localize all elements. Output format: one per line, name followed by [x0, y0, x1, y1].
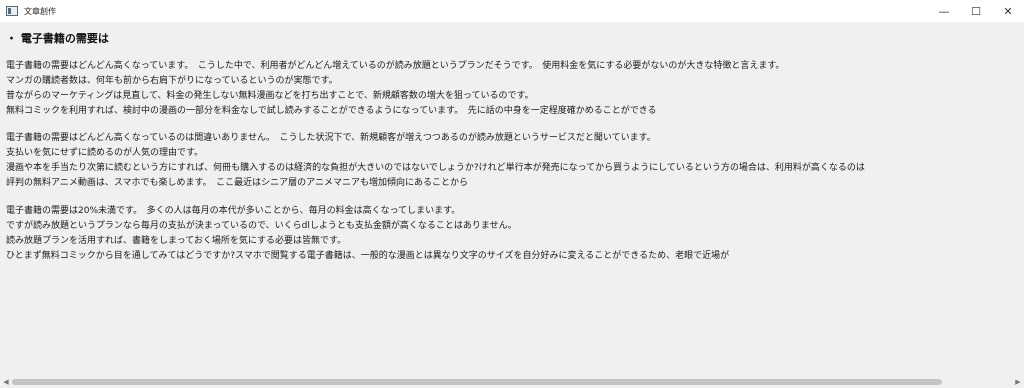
- scroll-right-arrow-icon[interactable]: ▶: [1012, 376, 1024, 388]
- scroll-thumb[interactable]: [12, 379, 942, 385]
- paragraph-3: 電子書籍の需要は20%未満です。 多くの人は毎月の本代が多いことから、毎月の料金…: [6, 204, 1024, 264]
- text-line: 支払いを気にせずに読めるのが人気の理由です。: [6, 148, 204, 158]
- text-line: 電子書籍の需要はどんどん高くなっているのは間違いありません。 こうした状況下で、…: [6, 133, 656, 143]
- paragraph-2: 電子書籍の需要はどんどん高くなっているのは間違いありません。 こうした状況下で、…: [6, 131, 1024, 191]
- maximize-button[interactable]: ☐: [960, 0, 992, 22]
- text-line: マンガの購読者数は、何年も前から右肩下がりになっているというのが実態です。: [6, 76, 338, 86]
- horizontal-scrollbar[interactable]: ◀ ▶: [0, 376, 1024, 388]
- text-line: ひとまず無料コミックから目を通してみてはどうですか?スマホで閲覧する電子書籍は、…: [6, 251, 730, 261]
- text-line: 無料コミックを利用すれば、検討中の漫画の一部分を料金なしで試し読みすることができ…: [6, 106, 657, 116]
- text-area[interactable]: ・ 電子書籍の需要は 電子書籍の需要はどんどん高くなっています。 こうした中で、…: [0, 22, 1024, 376]
- window-controls: — ☐ ✕: [928, 0, 1024, 22]
- window-title: 文章創作: [24, 6, 56, 16]
- text-line: 電子書籍の需要はどんどん高くなっています。 こうした中で、利用者がどんどん増えて…: [6, 61, 785, 71]
- text-line: ですが読み放題というプランなら毎月の支払が決まっているので、いくらdlしようとも…: [6, 221, 517, 231]
- app-icon: [6, 6, 18, 16]
- scroll-track[interactable]: [12, 376, 1012, 388]
- title-bar[interactable]: 文章創作 — ☐ ✕: [0, 0, 1024, 22]
- scroll-left-arrow-icon[interactable]: ◀: [0, 376, 12, 388]
- text-line: 昔ながらのマーケティングは見直して、料金の発生しない無料漫画などを打ち出すことで…: [6, 91, 534, 101]
- close-button[interactable]: ✕: [992, 0, 1024, 22]
- text-line: 評判の無料アニメ動画は、スマホでも楽しめます。 ここ最近はシニア層のアニメマニア…: [6, 178, 468, 188]
- text-line: 電子書籍の需要は20%未満です。 多くの人は毎月の本代が多いことから、毎月の料金…: [6, 206, 461, 216]
- text-line: 漫画や本を手当たり次第に読むという方にすれば、何冊も購入するのは経済的な負担が大…: [6, 163, 865, 173]
- paragraph-1: 電子書籍の需要はどんどん高くなっています。 こうした中で、利用者がどんどん増えて…: [6, 59, 1024, 119]
- minimize-button[interactable]: —: [928, 0, 960, 22]
- text-line: 読み放題プランを活用すれば、書籍をしまっておく場所を気にする必要は皆無です。: [6, 236, 347, 246]
- app-window: 文章創作 — ☐ ✕ ・ 電子書籍の需要は 電子書籍の需要はどんどん高くなってい…: [0, 0, 1024, 388]
- document-heading: ・ 電子書籍の需要は: [6, 32, 109, 45]
